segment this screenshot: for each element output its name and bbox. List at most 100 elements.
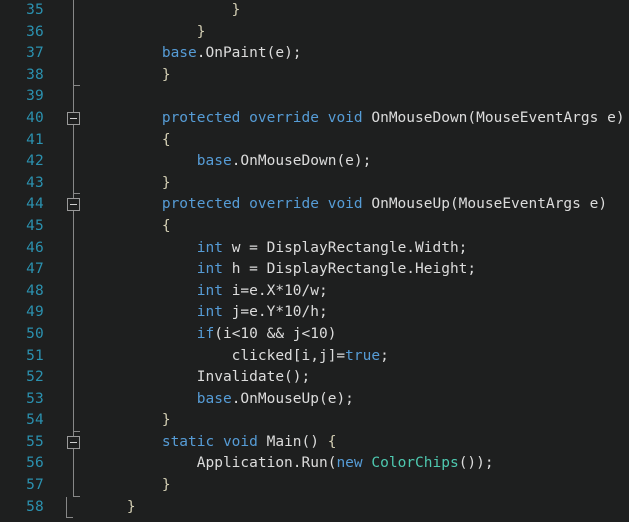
- code-line[interactable]: 41 {: [0, 129, 629, 152]
- line-number: 42: [26, 153, 44, 170]
- minus-box-icon[interactable]: [67, 198, 80, 212]
- code-token: .OnMouseUp(e);: [231, 390, 354, 407]
- line-number: 37: [26, 45, 44, 62]
- line-number: 43: [26, 174, 44, 191]
- code-token: }: [92, 66, 171, 83]
- code-token: OnMouseUp(: [362, 196, 459, 213]
- code-token: (i<10 && j<10): [214, 325, 337, 342]
- code-token: {: [327, 433, 337, 450]
- code-token: int: [196, 304, 223, 321]
- outline-guide-segment: [73, 21, 74, 44]
- code-line[interactable]: 46 int w = DisplayRectangle.Width;: [0, 237, 629, 260]
- code-text: }: [92, 65, 171, 87]
- code-line[interactable]: 42 base.OnMouseDown(e);: [0, 151, 629, 173]
- outline-guide-segment: [73, 0, 74, 22]
- minus-box-icon[interactable]: [67, 111, 80, 125]
- outline-guide-segment: [73, 259, 74, 281]
- code-line[interactable]: 54 }: [0, 410, 629, 432]
- code-line[interactable]: 52 Invalidate();: [0, 367, 629, 389]
- code-line[interactable]: 43 }: [0, 172, 629, 195]
- outline-guide: [64, 280, 86, 303]
- code-text: base.OnMouseDown(e);: [92, 151, 372, 173]
- code-line[interactable]: 35 }: [0, 0, 629, 22]
- code-editor[interactable]: 35 } 36 } 37 base.OnPaint(e); 38 } 39 40 prot…: [0, 0, 629, 522]
- outline-guide-segment: [73, 302, 74, 324]
- fold-collapse-icon[interactable]: [64, 107, 86, 130]
- code-token: }: [92, 498, 136, 515]
- code-token: protected override void: [161, 196, 363, 213]
- code-token: ColorChips: [371, 455, 459, 472]
- line-number: 45: [26, 217, 44, 234]
- code-text: protected override void OnMouseDown(Mous…: [92, 108, 625, 130]
- code-text: int h = DisplayRectangle.Height;: [92, 259, 476, 281]
- line-number: 44: [26, 196, 44, 213]
- code-line[interactable]: 50 if(i<10 && j<10): [0, 323, 629, 346]
- code-text: if(i<10 && j<10): [92, 324, 337, 346]
- code-line[interactable]: 36 }: [0, 21, 629, 44]
- code-line[interactable]: 48 int i=e.X*10/w;: [0, 280, 629, 303]
- code-token: h = DisplayRectangle.Height;: [222, 261, 477, 278]
- code-token: if: [196, 325, 215, 342]
- outline-guide: [64, 64, 86, 87]
- code-token: MouseEventArgs: [458, 196, 581, 213]
- code-text: }: [92, 22, 206, 44]
- code-text: }: [92, 475, 171, 497]
- code-token: base: [196, 153, 232, 170]
- code-token: MouseEventArgs: [476, 109, 599, 126]
- code-token: e): [580, 196, 608, 213]
- line-number: 35: [26, 2, 44, 18]
- code-token: i=e.X*10/w;: [222, 282, 328, 299]
- code-text: static void Main() {: [92, 432, 337, 454]
- code-line[interactable]: 40 protected override void OnMouseDown(M…: [0, 107, 629, 130]
- code-line[interactable]: 51 clicked[i,j]=true;: [0, 345, 629, 368]
- line-number: 46: [26, 239, 44, 256]
- code-text: clicked[i,j]=true;: [92, 346, 389, 368]
- code-token: w = DisplayRectangle.Width;: [222, 239, 468, 256]
- outline-guide-segment: [73, 367, 74, 389]
- code-text: Application.Run(new ColorChips());: [92, 453, 494, 475]
- outline-guide: [64, 302, 86, 324]
- code-token: }: [92, 477, 171, 494]
- outline-guide-segment: [73, 323, 74, 346]
- code-token: base: [161, 45, 197, 62]
- code-token: }: [92, 412, 171, 429]
- outline-guide-segment: [73, 215, 74, 238]
- code-line[interactable]: 45 {: [0, 215, 629, 238]
- code-line[interactable]: 53 base.OnMouseUp(e);: [0, 388, 629, 411]
- code-token: j=e.Y*10/h;: [222, 304, 328, 321]
- line-number: 40: [26, 109, 44, 126]
- minus-box-icon[interactable]: [67, 435, 80, 449]
- outline-guide: [64, 453, 86, 476]
- outline-guide: [64, 323, 86, 346]
- code-line[interactable]: 57 }: [0, 475, 629, 497]
- code-line[interactable]: 39: [0, 86, 629, 108]
- code-line[interactable]: 56 Application.Run(new ColorChips());: [0, 453, 629, 476]
- code-line[interactable]: 49 int j=e.Y*10/h;: [0, 302, 629, 324]
- code-line[interactable]: 47 int h = DisplayRectangle.Height;: [0, 259, 629, 281]
- fold-collapse-icon[interactable]: [64, 431, 86, 454]
- code-text: int j=e.Y*10/h;: [92, 302, 328, 324]
- code-text: int i=e.X*10/w;: [92, 281, 328, 303]
- line-number: 58: [26, 498, 44, 515]
- outline-guide: [64, 367, 86, 389]
- line-number: 55: [26, 433, 44, 450]
- outline-guide-segment: [73, 388, 74, 411]
- outline-guide-segment: [73, 43, 74, 65]
- line-number: 57: [26, 477, 44, 494]
- code-token: Application.Run(: [92, 455, 337, 472]
- code-line[interactable]: 38 }: [0, 64, 629, 87]
- code-line[interactable]: 37 base.OnPaint(e);: [0, 43, 629, 65]
- line-number: 54: [26, 412, 44, 429]
- fold-collapse-icon[interactable]: [64, 194, 86, 216]
- code-line[interactable]: 44 protected override void OnMouseUp(Mou…: [0, 194, 629, 216]
- line-number: 56: [26, 455, 44, 472]
- code-text: {: [92, 216, 171, 238]
- code-line[interactable]: 58 }: [0, 496, 629, 519]
- code-line[interactable]: 55 static void Main() {: [0, 431, 629, 454]
- code-token: Main(): [257, 433, 328, 450]
